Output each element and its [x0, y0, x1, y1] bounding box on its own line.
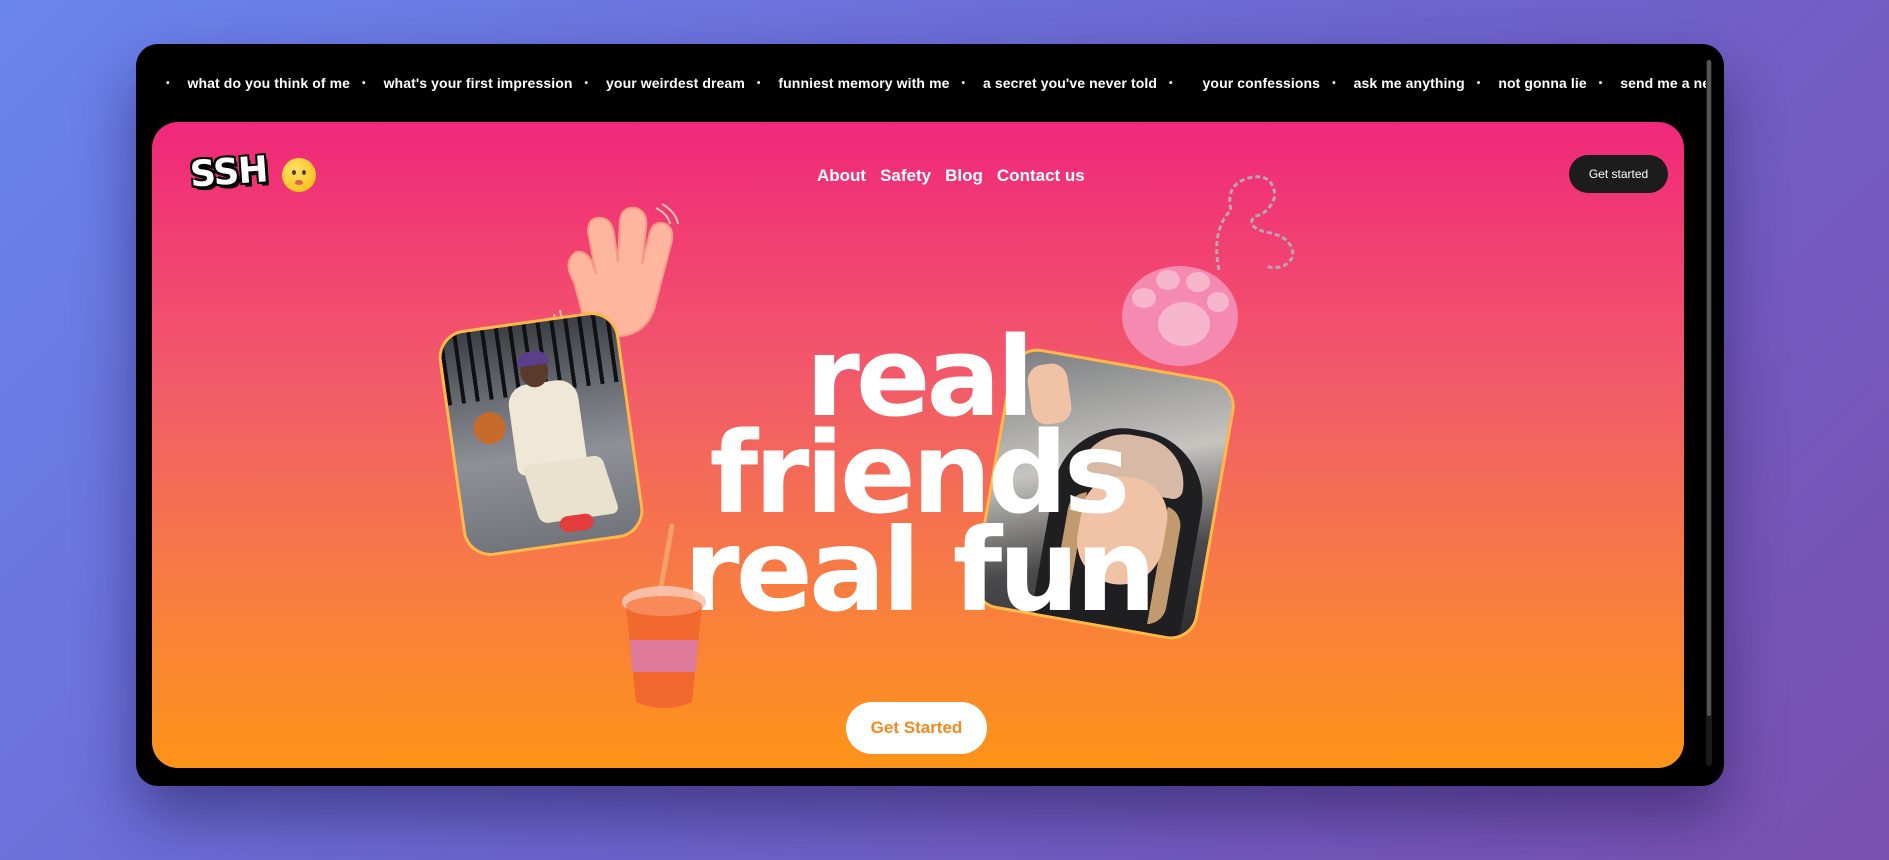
- scrollbar-thumb[interactable]: [1707, 60, 1711, 716]
- ticker-separator: •: [1598, 77, 1603, 89]
- ticker-separator: •: [166, 77, 170, 89]
- ticker-separator: •: [1476, 77, 1481, 89]
- ticker-item[interactable]: a secret you've never told: [983, 75, 1157, 91]
- ticker-item[interactable]: what's your first impression: [384, 75, 573, 91]
- main-nav: About Safety Blog Contact us: [817, 166, 1085, 186]
- ticker-marquee: • what do you think of me • what's your …: [136, 44, 1711, 122]
- ticker-separator: •: [584, 77, 589, 89]
- ticker-item[interactable]: funniest memory with me: [778, 75, 949, 91]
- nav-link-contact[interactable]: Contact us: [997, 166, 1085, 186]
- scrollbar[interactable]: [1706, 60, 1712, 766]
- ticker-item[interactable]: send me a never have I ever: [1620, 75, 1711, 91]
- ticker-track: • what do you think of me • what's your …: [136, 75, 1711, 91]
- header-get-started-button[interactable]: Get started: [1569, 155, 1668, 193]
- shushing-face-icon: [282, 158, 316, 192]
- nav-link-safety[interactable]: Safety: [880, 166, 931, 186]
- brand-logo[interactable]: SSH: [189, 149, 269, 195]
- ticker-separator: •: [1332, 77, 1336, 89]
- ticker-item[interactable]: your weirdest dream: [606, 75, 745, 91]
- ticker-separator: •: [1169, 77, 1173, 89]
- browser-window: • what do you think of me • what's your …: [136, 44, 1724, 786]
- ticker-separator: •: [961, 77, 966, 89]
- ticker-item[interactable]: not gonna lie: [1498, 75, 1586, 91]
- ticker-separator: •: [362, 77, 366, 89]
- hero-section: SSH About Safety Blog Contact us Get sta…: [152, 122, 1684, 768]
- ticker-item[interactable]: what do you think of me: [188, 75, 351, 91]
- ticker-item[interactable]: ask me anything: [1354, 75, 1465, 91]
- headline-line-3: real fun: [683, 504, 1156, 637]
- nav-link-blog[interactable]: Blog: [945, 166, 983, 186]
- nav-link-about[interactable]: About: [817, 166, 866, 186]
- drink-cup-icon: [622, 523, 706, 708]
- ticker-item[interactable]: your confessions: [1203, 75, 1321, 91]
- hero-get-started-button[interactable]: Get Started: [846, 702, 987, 754]
- ticker-separator: •: [756, 77, 761, 89]
